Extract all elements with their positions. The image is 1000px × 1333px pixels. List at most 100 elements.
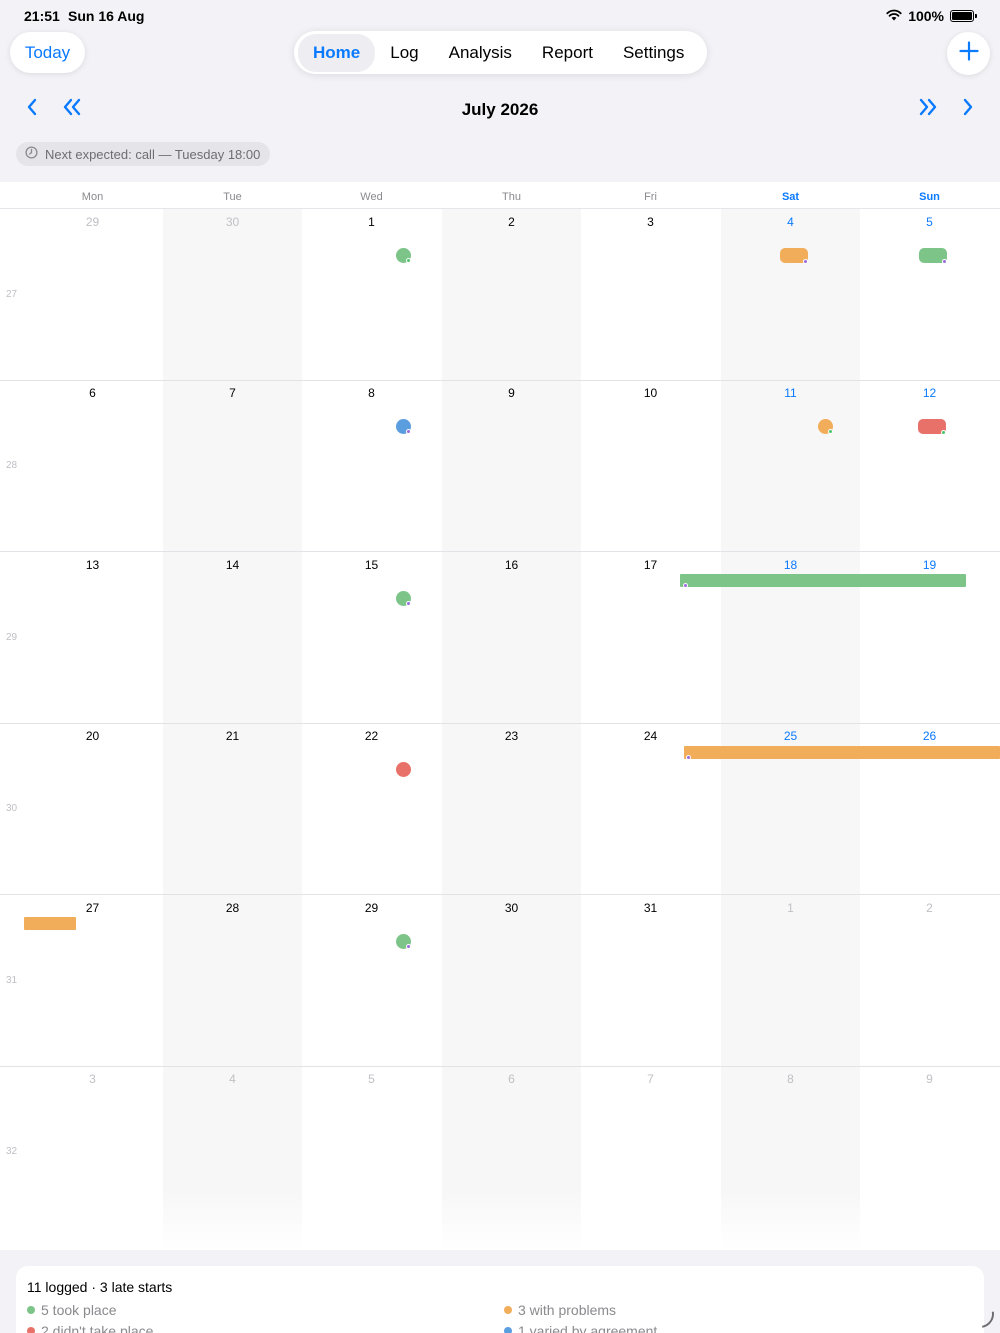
next-expected-text: Next expected: call — Tuesday 18:00	[45, 146, 261, 162]
day-cell[interactable]: 3	[23, 1072, 162, 1086]
day-cell[interactable]: 14	[163, 558, 302, 572]
tab-home[interactable]: Home	[298, 33, 376, 72]
event-marker	[406, 258, 411, 263]
weekday-header: Mon Tue Wed Thu Fri Sat Sun	[0, 182, 1000, 209]
status-indicators: 100%	[886, 8, 977, 24]
day-cell[interactable]: 13	[23, 558, 162, 572]
event-multi-day-took-place[interactable]	[680, 574, 966, 587]
event-marker	[683, 583, 688, 588]
next-expected-pill: Next expected: call — Tuesday 18:00	[16, 142, 271, 166]
clock-icon	[25, 146, 38, 162]
day-cell[interactable]: 4	[163, 1072, 302, 1086]
month-navigation: July 2026	[0, 92, 1000, 126]
legend-dot	[504, 1327, 512, 1333]
day-cell[interactable]: 7	[581, 1072, 720, 1086]
today-button[interactable]: Today	[10, 32, 85, 73]
main-tab-bar: Home Log Analysis Report Settings	[294, 31, 707, 74]
day-cell[interactable]: 5	[860, 215, 999, 229]
legend-label: 5 took place	[41, 1302, 117, 1318]
week-number: 31	[6, 975, 18, 986]
day-cell[interactable]: 6	[23, 386, 162, 400]
weekday-thu: Thu	[502, 191, 521, 203]
week-divider	[0, 894, 1000, 895]
day-cell[interactable]: 17	[581, 558, 720, 572]
week-divider	[0, 723, 1000, 724]
day-cell[interactable]: 8	[302, 386, 441, 400]
day-cell[interactable]: 31	[581, 901, 720, 915]
day-cell[interactable]: 7	[163, 386, 302, 400]
day-cell[interactable]: 9	[442, 386, 581, 400]
legend-label: 3 with problems	[518, 1302, 617, 1318]
day-cell[interactable]: 8	[721, 1072, 860, 1086]
day-cell[interactable]: 19	[860, 558, 999, 572]
day-cell[interactable]: 20	[23, 729, 162, 743]
chevron-right-icon	[962, 98, 974, 121]
week-divider	[0, 1066, 1000, 1067]
weekday-sat: Sat	[781, 191, 800, 203]
status-bar: 21:51 Sun 16 Aug 100%	[0, 0, 1000, 32]
day-cell[interactable]: 21	[163, 729, 302, 743]
next-month-button[interactable]	[951, 92, 985, 126]
day-cell[interactable]: 29	[23, 215, 162, 229]
add-button[interactable]	[947, 32, 990, 75]
day-cell[interactable]: 30	[163, 215, 302, 229]
day-cell[interactable]: 24	[581, 729, 720, 743]
week-number: 28	[6, 460, 18, 471]
day-cell[interactable]: 10	[581, 386, 720, 400]
week-number: 32	[6, 1146, 18, 1157]
legend-label: 1 varied by agreement	[518, 1323, 658, 1333]
day-cell[interactable]: 27	[23, 901, 162, 915]
event-marker	[828, 429, 833, 434]
tab-analysis[interactable]: Analysis	[434, 34, 527, 72]
day-cell[interactable]: 2	[860, 901, 999, 915]
day-cell[interactable]: 1	[721, 901, 860, 915]
day-cell[interactable]: 12	[860, 386, 999, 400]
legend-item-with-problems: 3 with problems	[504, 1302, 616, 1318]
day-cell[interactable]: 11	[721, 386, 860, 400]
day-cell[interactable]: 3	[581, 215, 720, 229]
day-cell[interactable]: 18	[721, 558, 860, 572]
event-marker	[803, 259, 808, 264]
day-cell[interactable]: 6	[442, 1072, 581, 1086]
wifi-icon	[886, 8, 902, 24]
day-cell[interactable]: 9	[860, 1072, 999, 1086]
weekday-tue: Tue	[223, 191, 242, 203]
day-cell[interactable]: 26	[860, 729, 999, 743]
weekday-fri: Fri	[644, 191, 657, 203]
double-chevron-right-icon	[918, 98, 938, 121]
weekday-wed: Wed	[360, 191, 383, 203]
weekday-sun: Sun	[919, 191, 940, 203]
day-cell[interactable]: 2	[442, 215, 581, 229]
day-cell[interactable]: 15	[302, 558, 441, 572]
legend-label: 2 didn't take place	[41, 1323, 154, 1333]
event-marker	[406, 601, 411, 606]
event-marker	[941, 430, 946, 435]
event-marker	[686, 755, 691, 760]
day-cell[interactable]: 1	[302, 215, 441, 229]
status-time: 21:51	[24, 8, 60, 24]
event-didnt-take-place[interactable]	[396, 762, 411, 777]
legend-item-varied: 1 varied by agreement	[504, 1323, 657, 1333]
day-cell[interactable]: 5	[302, 1072, 441, 1086]
day-cell[interactable]: 25	[721, 729, 860, 743]
next-year-button[interactable]	[911, 92, 945, 126]
week-number: 29	[6, 632, 18, 643]
week-number: 27	[6, 289, 18, 300]
event-multi-day-with-problems[interactable]	[684, 746, 1000, 759]
battery-percent: 100%	[908, 8, 944, 24]
calendar-bottom-fade	[0, 1190, 1000, 1250]
event-multi-day-with-problems[interactable]	[24, 917, 76, 930]
day-cell[interactable]: 30	[442, 901, 581, 915]
day-cell[interactable]: 4	[721, 215, 860, 229]
event-marker	[406, 429, 411, 434]
tab-settings[interactable]: Settings	[608, 34, 699, 72]
day-cell[interactable]: 16	[442, 558, 581, 572]
legend-dot	[27, 1306, 35, 1314]
day-cell[interactable]: 22	[302, 729, 441, 743]
day-cell[interactable]: 28	[163, 901, 302, 915]
day-cell[interactable]: 23	[442, 729, 581, 743]
day-cell[interactable]: 29	[302, 901, 441, 915]
event-marker	[942, 259, 947, 264]
tab-report[interactable]: Report	[527, 34, 608, 72]
tab-log[interactable]: Log	[375, 34, 433, 72]
